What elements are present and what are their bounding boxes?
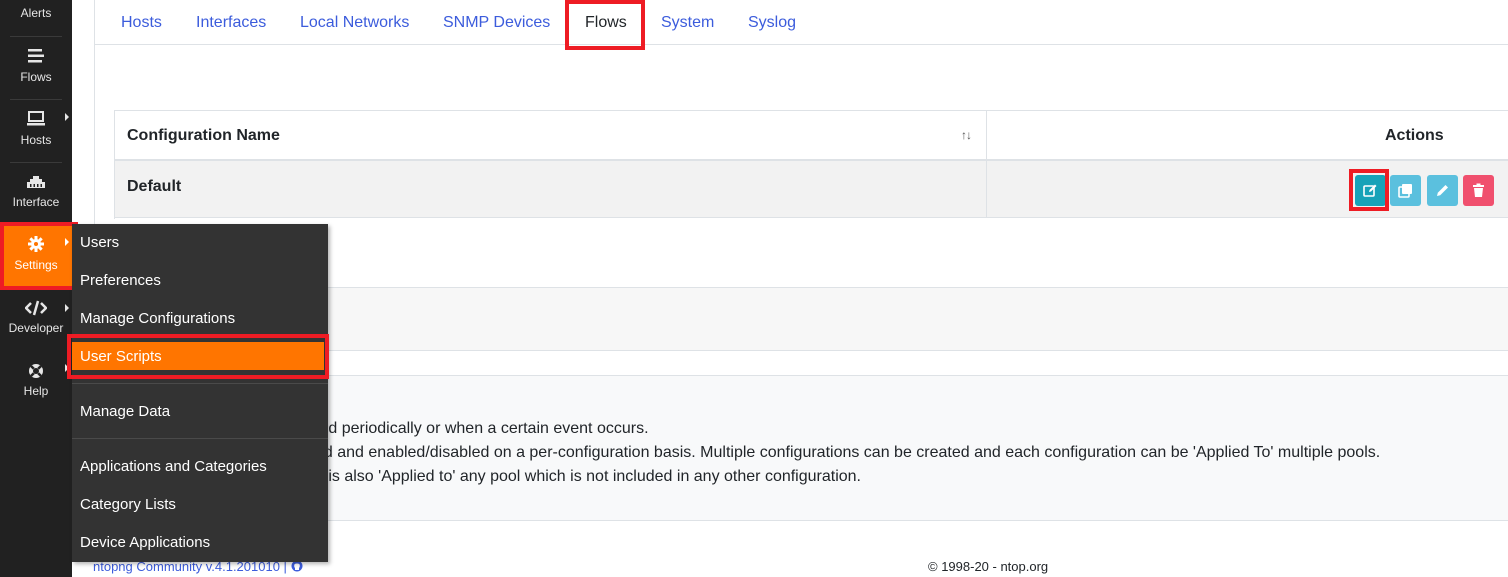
lifebuoy-icon xyxy=(29,364,43,378)
sidebar-item-interface[interactable]: Interface xyxy=(0,164,72,226)
ethernet-icon xyxy=(27,176,45,188)
edit-user-scripts-button[interactable] xyxy=(1355,175,1386,206)
column-header-actions: Actions xyxy=(1385,127,1444,144)
column-divider xyxy=(986,111,987,218)
table-row: Default xyxy=(115,161,1508,218)
caret-right-icon xyxy=(65,364,69,372)
sort-icon[interactable]: ↑↓ xyxy=(961,128,972,142)
sidebar: Alerts Flows Hosts Interface Settings De… xyxy=(0,0,72,577)
sidebar-item-settings[interactable]: Settings xyxy=(0,226,72,288)
sidebar-divider xyxy=(10,162,62,163)
tab-bar: Hosts Interfaces Local Networks SNMP Dev… xyxy=(94,0,1508,45)
sidebar-item-label: Interface xyxy=(12,195,60,209)
flows-icon xyxy=(28,49,44,63)
caret-right-icon xyxy=(65,238,69,246)
caret-right-icon xyxy=(65,113,69,121)
clone-configuration-button[interactable] xyxy=(1390,175,1421,206)
tab-interfaces[interactable]: Interfaces xyxy=(196,14,266,32)
sidebar-item-flows[interactable]: Flows xyxy=(0,38,72,100)
sidebar-divider xyxy=(10,99,62,100)
menu-divider xyxy=(72,383,328,384)
configurations-table: Configuration Name ↑↓ Actions Default xyxy=(114,110,1508,219)
menu-item-users[interactable]: Users xyxy=(80,234,119,251)
menu-item-applications-and-categories[interactable]: Applications and Categories xyxy=(80,458,267,475)
column-header-configuration-name[interactable]: Configuration Name xyxy=(127,127,280,145)
caret-right-icon xyxy=(65,304,69,312)
delete-configuration-button[interactable] xyxy=(1463,175,1494,206)
tab-flows[interactable]: Flows xyxy=(585,14,627,32)
table-header: Configuration Name ↑↓ Actions xyxy=(115,111,1508,161)
menu-divider xyxy=(72,438,328,439)
tab-system[interactable]: System xyxy=(661,14,714,32)
menu-item-preferences[interactable]: Preferences xyxy=(80,272,161,289)
gear-icon xyxy=(28,236,44,252)
tab-snmp-devices[interactable]: SNMP Devices xyxy=(443,14,550,32)
menu-item-manage-configurations[interactable]: Manage Configurations xyxy=(80,310,235,327)
code-icon xyxy=(25,300,47,316)
rename-configuration-button[interactable] xyxy=(1427,175,1458,206)
tab-syslog[interactable]: Syslog xyxy=(748,14,796,32)
configuration-name-cell: Default xyxy=(127,178,182,195)
tab-local-networks[interactable]: Local Networks xyxy=(300,14,409,32)
note-line: ed and enabled/disabled on a per-configu… xyxy=(315,444,1381,461)
sidebar-item-label: Flows xyxy=(20,70,52,84)
sidebar-item-label: Settings xyxy=(14,258,58,272)
sidebar-item-hosts[interactable]: Hosts xyxy=(0,101,72,163)
edit-icon xyxy=(1363,184,1377,197)
sidebar-item-label: Alerts xyxy=(20,6,52,20)
clone-icon xyxy=(1398,184,1412,198)
menu-item-user-scripts[interactable]: User Scripts xyxy=(80,348,162,365)
sidebar-item-help[interactable]: Help xyxy=(0,352,72,414)
sidebar-item-developer[interactable]: Developer xyxy=(0,290,72,352)
pencil-icon xyxy=(1437,185,1448,196)
sidebar-item-label: Hosts xyxy=(20,133,52,147)
sidebar-item-label: Developer xyxy=(8,321,64,335)
settings-dropdown-menu: Users Preferences Manage Configurations … xyxy=(72,224,328,562)
menu-item-category-lists[interactable]: Category Lists xyxy=(80,496,176,513)
note-line: n is also 'Applied to' any pool which is… xyxy=(315,468,861,485)
trash-icon xyxy=(1473,183,1484,197)
footer-copyright: © 1998-20 - ntop.org xyxy=(928,559,1049,574)
menu-item-device-applications[interactable]: Device Applications xyxy=(80,534,210,551)
sidebar-divider xyxy=(10,36,62,37)
sidebar-item-alerts[interactable]: Alerts xyxy=(0,0,72,40)
menu-item-manage-data[interactable]: Manage Data xyxy=(80,403,170,420)
note-line: ted periodically or when a certain event… xyxy=(315,420,649,437)
sidebar-item-label: Help xyxy=(23,384,49,398)
tab-hosts[interactable]: Hosts xyxy=(121,14,162,32)
laptop-icon xyxy=(27,111,45,126)
